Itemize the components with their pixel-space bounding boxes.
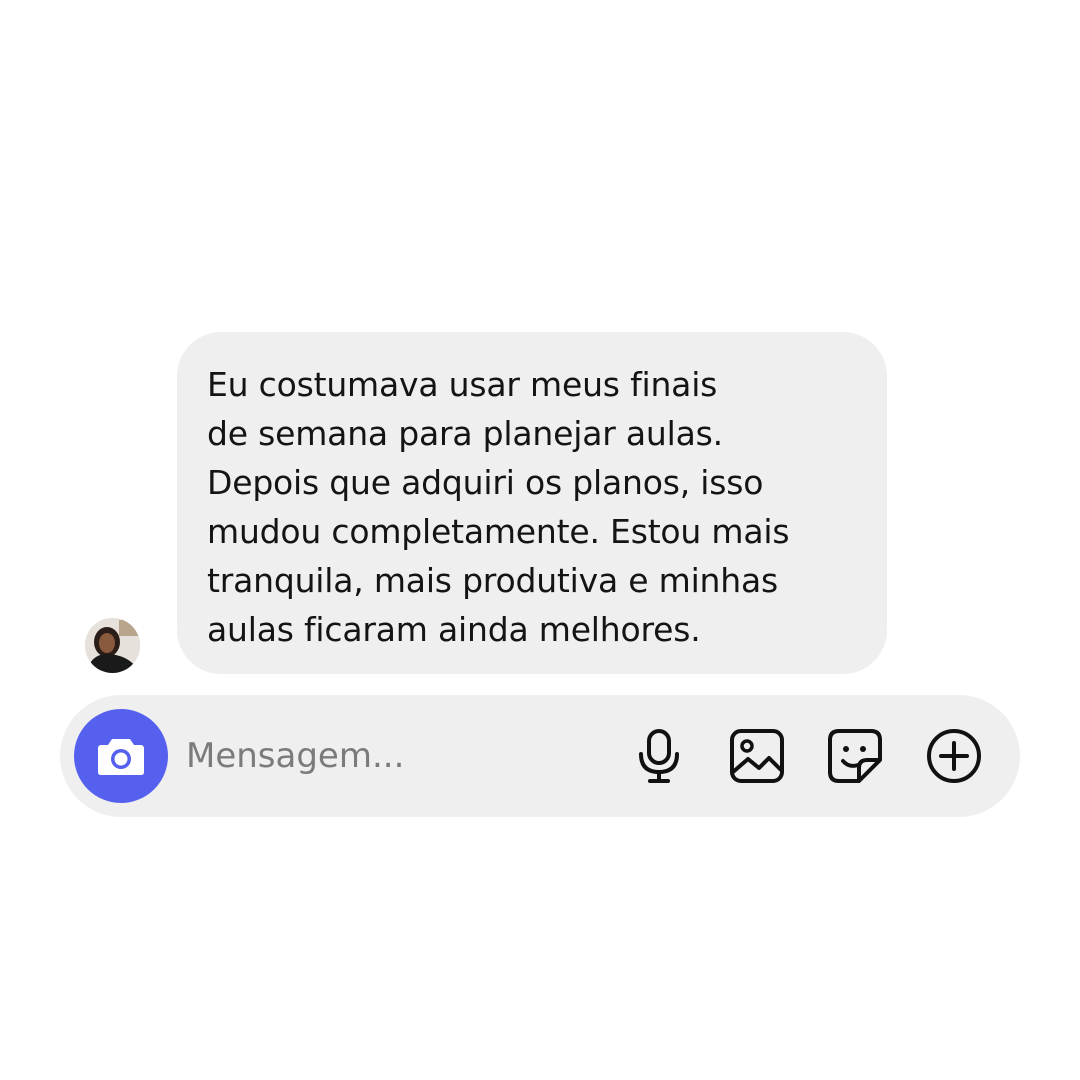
sticker-icon xyxy=(828,729,882,783)
microphone-button[interactable] xyxy=(628,725,690,787)
plus-circle-icon xyxy=(927,729,981,783)
message-composer xyxy=(60,695,1020,817)
camera-button[interactable] xyxy=(74,709,168,803)
chat-screen: Eu costumava usar meus finais de semana … xyxy=(0,0,1080,1080)
gallery-button[interactable] xyxy=(726,725,788,787)
add-button[interactable] xyxy=(923,725,985,787)
camera-icon xyxy=(98,739,144,775)
sticker-button[interactable] xyxy=(824,725,886,787)
avatar-photo xyxy=(85,618,140,673)
message-bubble[interactable]: Eu costumava usar meus finais de semana … xyxy=(177,332,887,674)
avatar[interactable] xyxy=(85,618,140,673)
microphone-icon xyxy=(639,729,679,783)
message-input[interactable] xyxy=(186,726,606,786)
message-text: Eu costumava usar meus finais de semana … xyxy=(207,365,790,649)
image-gallery-icon xyxy=(730,729,784,783)
